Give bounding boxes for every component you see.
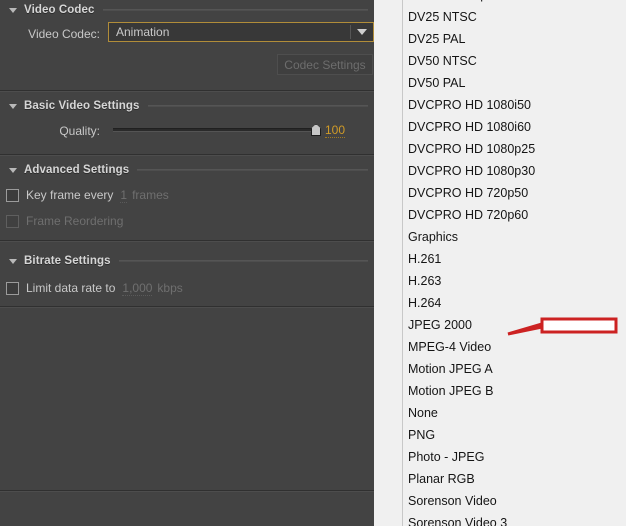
panel-divider — [0, 490, 374, 492]
disclosure-triangle-icon[interactable] — [9, 258, 17, 264]
quality-slider[interactable] — [113, 124, 321, 136]
section-rule — [147, 105, 368, 107]
panel-divider — [0, 306, 374, 308]
section-header-video-codec[interactable]: Video Codec — [0, 0, 374, 20]
dropdown-item[interactable]: H.264 — [408, 292, 441, 314]
dropdown-item[interactable]: DVCPRO HD 720p60 — [408, 204, 528, 226]
dropdown-item[interactable]: JPEG 2000 — [408, 314, 472, 336]
limit-data-rate-label: Limit data rate to — [26, 281, 116, 295]
slider-track[interactable] — [113, 128, 320, 132]
dropdown-item[interactable]: DVCPRO HD 1080i50 — [408, 94, 531, 116]
limit-data-rate-checkbox[interactable] — [6, 281, 19, 295]
slider-thumb[interactable] — [311, 124, 321, 136]
frame-reordering-label: Frame Reordering — [26, 214, 124, 228]
video-codec-label: Video Codec: — [28, 27, 100, 41]
section-title: Bitrate Settings — [24, 255, 111, 267]
key-frame-every-checkbox[interactable] — [6, 188, 19, 202]
export-settings-panel: Video Codec Video Codec: Animation Codec… — [0, 0, 374, 526]
limit-data-rate-value[interactable]: 1,000 — [122, 281, 153, 296]
disclosure-triangle-icon[interactable] — [9, 103, 17, 109]
dropdown-item[interactable]: Graphics — [408, 226, 458, 248]
dropdown-left-rule — [402, 0, 403, 526]
quality-value-field[interactable]: 100 — [325, 123, 346, 138]
dropdown-item[interactable]: Motion JPEG B — [408, 380, 493, 402]
dropdown-item[interactable]: Sorenson Video — [408, 490, 497, 512]
disclosure-triangle-icon[interactable] — [9, 7, 17, 13]
dropdown-item[interactable]: DVCPRO HD 720p50 — [408, 182, 528, 204]
section-rule — [137, 169, 368, 171]
section-title: Advanced Settings — [24, 164, 130, 176]
dropdown-item[interactable]: Sorenson Video 3 — [408, 512, 507, 526]
dropdown-item[interactable]: DV50 NTSC — [408, 50, 477, 72]
disclosure-triangle-icon[interactable] — [9, 167, 17, 173]
dropdown-item[interactable]: None — [408, 402, 438, 424]
frame-reordering-row: Frame Reordering — [6, 213, 123, 229]
chevron-down-icon[interactable] — [351, 23, 373, 41]
key-frame-every-value[interactable]: 1 — [120, 188, 128, 203]
video-codec-selected-value: Animation — [116, 25, 170, 39]
dropdown-item[interactable]: PNG — [408, 424, 435, 446]
dropdown-item[interactable]: DV50 PAL — [408, 72, 465, 94]
panel-divider — [0, 240, 374, 242]
dropdown-item[interactable]: DVCPRO HD 1080p25 — [408, 138, 535, 160]
limit-data-rate-row[interactable]: Limit data rate to 1,000 kbps — [6, 280, 183, 296]
quality-label: Quality: — [59, 124, 100, 138]
section-header-advanced-settings[interactable]: Advanced Settings — [0, 160, 374, 180]
dropdown-item[interactable]: Motion JPEG A — [408, 358, 493, 380]
dropdown-item[interactable]: DV25 NTSC — [408, 6, 477, 28]
section-title: Video Codec — [24, 4, 95, 16]
dropdown-item[interactable]: Planar RGB — [408, 468, 475, 490]
codec-settings-button[interactable]: Codec Settings — [277, 54, 373, 75]
limit-data-rate-unit: kbps — [157, 281, 183, 295]
key-frame-every-row[interactable]: Key frame every 1 frames — [6, 187, 169, 203]
section-title: Basic Video Settings — [24, 100, 140, 112]
dropdown-item[interactable]: DVCPRO HD 1080i60 — [408, 116, 531, 138]
dropdown-item[interactable]: Photo - JPEG — [408, 446, 484, 468]
key-frame-every-unit: frames — [132, 188, 169, 202]
panel-divider — [0, 154, 374, 156]
frame-reordering-checkbox — [6, 214, 19, 228]
section-rule — [118, 260, 368, 262]
dropdown-item[interactable]: DVCPRO HD 1080p30 — [408, 160, 535, 182]
panel-divider — [0, 90, 374, 92]
key-frame-every-label: Key frame every — [26, 188, 114, 202]
video-codec-select[interactable]: Animation — [108, 22, 374, 42]
section-header-bitrate-settings[interactable]: Bitrate Settings — [0, 251, 374, 271]
section-header-basic-video-settings[interactable]: Basic Video Settings — [0, 96, 374, 116]
dropdown-item[interactable]: MPEG-4 Video — [408, 336, 491, 358]
dropdown-item[interactable]: H.261 — [408, 248, 441, 270]
dropdown-item[interactable]: H.263 — [408, 270, 441, 292]
section-rule — [102, 9, 368, 11]
video-codec-dropdown-list[interactable]: DV NTSC 24pDV25 NTSCDV25 PALDV50 NTSCDV5… — [375, 0, 626, 526]
dropdown-item[interactable]: DV25 PAL — [408, 28, 465, 50]
